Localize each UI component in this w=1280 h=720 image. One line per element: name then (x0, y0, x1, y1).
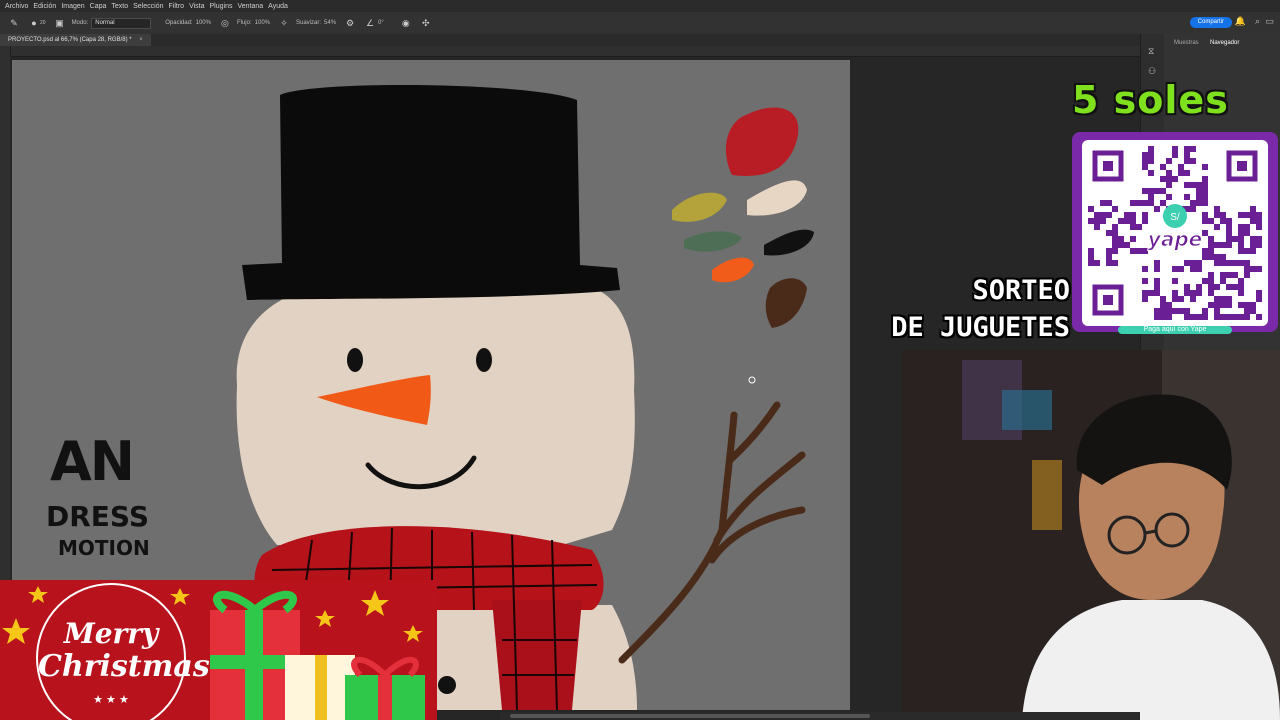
brush-tool-icon[interactable]: ✎ (8, 17, 20, 29)
stick-arm (618, 401, 806, 664)
banner-merry: Merry (63, 617, 159, 650)
qr-currency-symbol: S/ (1170, 212, 1180, 223)
palette-green (684, 231, 742, 252)
menu-archivo[interactable]: Archivo (5, 3, 28, 10)
brush-settings-icon[interactable]: ▣ (54, 17, 66, 29)
menu-texto[interactable]: Texto (111, 3, 128, 10)
people-icon[interactable]: ⚇ (1148, 66, 1156, 77)
brush-size-value: 20 (40, 20, 46, 26)
tab-muestras[interactable]: Muestras (1174, 40, 1199, 46)
opacity-input[interactable]: 100% (196, 20, 211, 26)
close-tab-icon[interactable]: × (139, 37, 143, 43)
airbrush-icon[interactable]: ✧ (278, 17, 290, 29)
yape-qr-card: S/ yape Paga aquí con Yape (1072, 132, 1278, 334)
snowman-head (236, 282, 635, 545)
menu-ventana[interactable]: Ventana (237, 3, 263, 10)
qr-caption: Paga aquí con Yape (1118, 326, 1232, 334)
menu-seleccion[interactable]: Selección (133, 3, 163, 10)
palette-cream (747, 180, 807, 216)
menu-bar: Archivo Edición Imagen Capa Texto Selecc… (0, 0, 1280, 12)
opacity-label: Opacidad: (165, 20, 193, 26)
bell-icon[interactable]: 🔔 (1235, 16, 1246, 27)
smooth-label: Suavizar: (296, 20, 322, 26)
logo-line-2: DRESS (46, 500, 150, 533)
logo-line-3: MOTION (58, 536, 150, 560)
brush-cursor-icon (748, 376, 756, 384)
yape-logo-text: yape (1148, 227, 1202, 251)
smoothing-settings-icon[interactable]: ⚙ (344, 17, 356, 29)
tab-navegador[interactable]: Navegador (1210, 40, 1239, 46)
angle-input[interactable]: 0° (378, 20, 384, 26)
menu-vista[interactable]: Vista (189, 3, 204, 10)
mode-select[interactable]: Normal (91, 17, 152, 29)
document-tab[interactable]: PROYECTO.psd al 66,7% (Capa 28, RGB/8) *… (0, 34, 151, 46)
snowman-right-eye (476, 348, 492, 372)
snowman-left-eye (347, 348, 363, 372)
mode-label: Modo: (71, 20, 89, 26)
raffle-line-2: DE JUGUETES (891, 312, 1070, 343)
share-button[interactable]: Compartir (1189, 17, 1232, 28)
menu-imagen[interactable]: Imagen (61, 3, 84, 10)
smooth-input[interactable]: 54% (324, 20, 336, 26)
banner-christmas: Christmas (38, 649, 210, 684)
pressure-opacity-icon[interactable]: ◎ (219, 17, 231, 29)
menu-ayuda[interactable]: Ayuda (268, 3, 288, 10)
pressure-size-icon[interactable]: ◉ (400, 17, 412, 29)
menu-plugins[interactable]: Plugins (210, 3, 233, 10)
symmetry-icon[interactable]: ✣ (420, 17, 432, 29)
horizontal-scrollbar[interactable] (500, 712, 1140, 720)
merry-christmas-banner: Merry Christmas ★ ★ ★ (0, 580, 437, 720)
document-tab-title: PROYECTO.psd al 66,7% (Capa 28, RGB/8) * (8, 37, 132, 43)
search-icon[interactable]: ⌕ (1255, 16, 1260, 27)
angle-icon: ∠ (365, 17, 375, 28)
menu-edicion[interactable]: Edición (33, 3, 56, 10)
scrollbar-thumb[interactable] (510, 714, 870, 718)
palette-black (764, 229, 814, 256)
palette-olive (672, 192, 727, 222)
qr-code: S/ yape (1082, 140, 1268, 326)
raffle-line-1: SORTEO (972, 275, 1070, 306)
history-icon[interactable]: ⧖ (1148, 46, 1154, 57)
webcam-feed (902, 350, 1280, 720)
banner-stars-icon: ★ ★ ★ (93, 694, 129, 706)
workspace-icon[interactable]: ▭ (1265, 16, 1274, 27)
menu-filtro[interactable]: Filtro (169, 3, 185, 10)
horizontal-ruler (10, 46, 1140, 57)
price-overlay: 5 soles (1072, 78, 1229, 122)
document-tab-bar: PROYECTO.psd al 66,7% (Capa 28, RGB/8) *… (0, 34, 1140, 46)
menu-capa[interactable]: Capa (90, 3, 107, 10)
palette-red (725, 107, 799, 176)
banner-circle: Merry Christmas ★ ★ ★ (36, 583, 210, 720)
logo-line-1: AN (50, 430, 135, 493)
andress-motion-logo: AN DRESS MOTION (44, 430, 174, 570)
top-hat (242, 84, 620, 300)
snowman-button (438, 676, 456, 694)
palette-orange (712, 257, 754, 283)
scarf-tail (492, 600, 582, 710)
palette-brown (765, 278, 807, 328)
options-bar: ✎ ● 20 ▣ Modo: Normal Opacidad: 100% ◎ F… (0, 12, 1280, 35)
flow-label: Flujo: (236, 20, 252, 26)
brush-preset-icon[interactable]: ● (28, 17, 40, 29)
raffle-overlay: SORTEO DE JUGUETES (846, 272, 1070, 346)
flow-input[interactable]: 100% (255, 20, 270, 26)
